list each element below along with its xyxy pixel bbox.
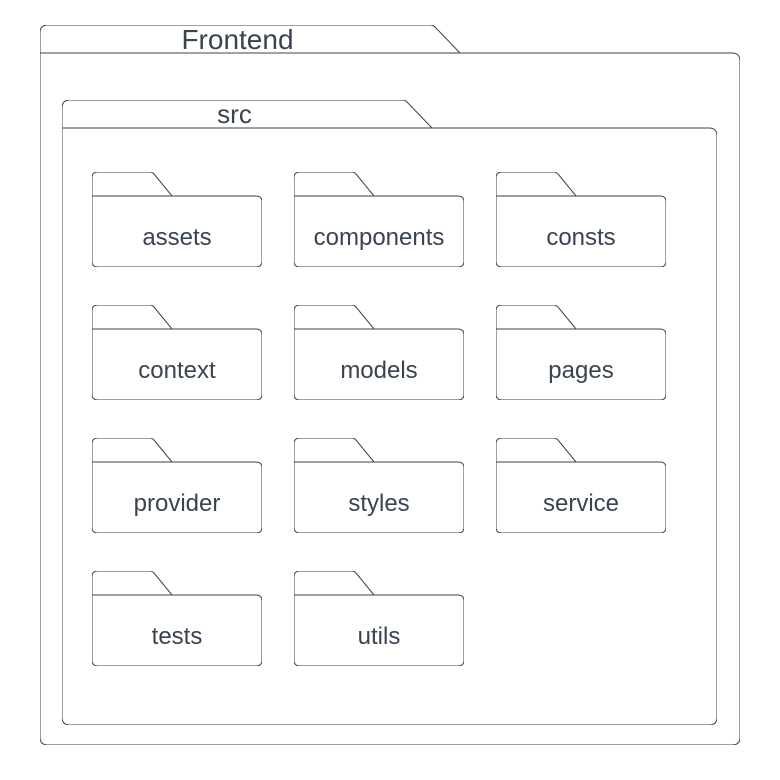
folder-label: pages (496, 357, 666, 385)
folder-icon (92, 305, 262, 400)
folder-icon (294, 438, 464, 533)
folder-row: tests utils (92, 571, 692, 666)
folder-service: service (496, 438, 666, 533)
folder-context: context (92, 305, 262, 400)
folder-utils: utils (294, 571, 464, 666)
folder-icon (92, 571, 262, 666)
folder-label: provider (92, 490, 262, 518)
folder-assets: assets (92, 172, 262, 267)
folder-pages: pages (496, 305, 666, 400)
folder-row: context models pages (92, 305, 692, 400)
folder-label: context (92, 357, 262, 385)
folder-icon (294, 172, 464, 267)
folder-label: models (294, 357, 464, 385)
folder-consts: consts (496, 172, 666, 267)
folder-icon (496, 438, 666, 533)
folder-frontend-label: Frontend (40, 24, 435, 56)
folder-models: models (294, 305, 464, 400)
folder-label: styles (294, 490, 464, 518)
folder-components: components (294, 172, 464, 267)
folder-label: tests (92, 623, 262, 651)
folder-icon (294, 305, 464, 400)
folder-label: consts (496, 224, 666, 252)
folder-tests: tests (92, 571, 262, 666)
folder-icon (496, 305, 666, 400)
folder-icon (92, 438, 262, 533)
folder-icon (92, 172, 262, 267)
folder-label: components (294, 224, 464, 252)
folder-src-label: src (62, 99, 407, 130)
folder-row: provider styles service (92, 438, 692, 533)
folder-label: assets (92, 224, 262, 252)
folder-icon (496, 172, 666, 267)
folder-label: service (496, 490, 666, 518)
folder-provider: provider (92, 438, 262, 533)
folder-icon (294, 571, 464, 666)
folder-styles: styles (294, 438, 464, 533)
folder-label: utils (294, 623, 464, 651)
folder-grid: assets components consts context model (92, 172, 692, 704)
folder-row: assets components consts (92, 172, 692, 267)
